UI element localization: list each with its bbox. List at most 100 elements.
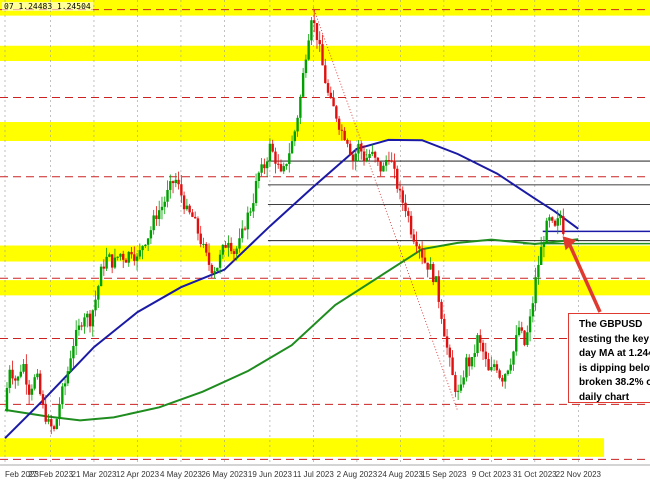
candle-body <box>490 367 493 371</box>
candle-body <box>426 262 429 270</box>
candle-body <box>382 165 385 172</box>
x-tick-label: 9 Oct 2023 <box>472 470 512 479</box>
x-tick-label: 27 Feb 2023 <box>28 470 73 479</box>
candle-body <box>379 161 382 172</box>
candle-body <box>188 205 191 213</box>
candle-body <box>360 143 363 152</box>
candle-body <box>144 244 147 247</box>
x-tick-label: 24 Aug 2023 <box>378 470 423 479</box>
chart-area[interactable]: Feb 2023 27 Feb 2023 21 Mar 2023 12 Apr 202… <box>0 0 650 487</box>
candle-body <box>130 251 133 255</box>
candle-body <box>467 357 471 367</box>
candle-body <box>498 370 501 378</box>
candle-body <box>122 253 125 260</box>
candle-body <box>553 220 557 226</box>
candle-body <box>501 377 504 382</box>
candle-body <box>47 419 50 422</box>
yellow-zone <box>0 122 650 141</box>
candle-body <box>254 180 258 204</box>
price-chart[interactable]: Feb 202327 Feb 202321 Mar 2023 12 Apr 202… <box>0 0 650 487</box>
candle-body <box>324 65 327 84</box>
horizontal-lines-layer <box>267 160 650 245</box>
x-tick-label: 15 Sep 2023 <box>421 470 467 479</box>
candle-body <box>448 347 452 358</box>
candle-body <box>407 211 410 216</box>
candle-body <box>503 374 507 382</box>
candle-body <box>346 140 349 144</box>
candle-body <box>545 220 548 243</box>
yellow-zone <box>0 45 650 62</box>
candle-body <box>459 384 463 391</box>
candle-body <box>38 373 42 395</box>
candle-body <box>196 218 200 234</box>
candle-body <box>326 83 330 93</box>
candle-body <box>74 329 78 346</box>
candle-body <box>443 318 446 337</box>
candle-body <box>354 153 357 162</box>
x-tick-label: 21 Mar 2023 <box>72 470 117 479</box>
candle-body <box>412 234 416 242</box>
candles-layer <box>5 10 565 435</box>
candle-body <box>210 264 213 274</box>
candle-body <box>224 245 227 248</box>
candle-body <box>418 246 421 249</box>
candle-body <box>113 257 117 268</box>
candle-body <box>288 153 291 165</box>
yellow-zone <box>0 438 605 457</box>
candle-body <box>166 189 169 202</box>
candle-body <box>61 386 64 405</box>
candle-body <box>124 259 128 263</box>
candle-body <box>77 325 81 330</box>
candle-body <box>396 168 399 189</box>
candle-body <box>393 161 396 169</box>
x-tick-label: 22 Nov 2023 <box>556 470 602 479</box>
candle-body <box>506 370 510 375</box>
candle-body <box>304 59 308 74</box>
candle-body <box>149 230 153 239</box>
candle-body <box>235 248 238 254</box>
candle-body <box>218 254 222 268</box>
candle-body <box>229 242 233 252</box>
candle-body <box>548 217 551 221</box>
ma-green-line <box>4 238 579 422</box>
candle-body <box>91 310 94 327</box>
candle-body <box>221 245 225 255</box>
candle-body <box>523 330 526 345</box>
candle-body <box>357 143 360 154</box>
candle-body <box>268 143 272 162</box>
candle-body <box>41 394 45 405</box>
candle-body <box>509 364 512 371</box>
candle-body <box>146 238 150 245</box>
candle-body <box>80 325 83 327</box>
candle-body <box>429 264 432 270</box>
callout-line: broken 38.2% of <box>579 377 650 388</box>
candle-body <box>119 253 122 257</box>
candle-body <box>52 426 56 430</box>
candle-body <box>249 211 252 213</box>
candle-body <box>185 205 189 210</box>
candle-body <box>191 212 194 217</box>
candle-body <box>398 188 402 191</box>
fib-trendline <box>313 7 459 412</box>
candle-body <box>440 301 443 319</box>
candle-body <box>542 242 546 248</box>
candle-body <box>551 217 554 221</box>
candle-body <box>465 357 468 378</box>
candle-body <box>340 129 344 131</box>
candle-body <box>307 40 310 60</box>
candle-body <box>315 23 319 41</box>
candle-body <box>337 118 341 130</box>
candle-body <box>476 335 479 354</box>
candle-body <box>94 299 97 311</box>
candle-body <box>238 238 241 249</box>
candle-body <box>277 163 280 165</box>
candle-body <box>63 383 67 387</box>
candle-body <box>160 206 164 211</box>
candle-body <box>520 327 523 331</box>
callout-box: The GBPUSD testing the key day MA at 1.2… <box>568 313 650 403</box>
candle-body <box>14 378 17 381</box>
candle-body <box>279 164 283 172</box>
candle-body <box>534 277 537 304</box>
candle-body <box>299 96 302 118</box>
candle-body <box>182 195 186 210</box>
